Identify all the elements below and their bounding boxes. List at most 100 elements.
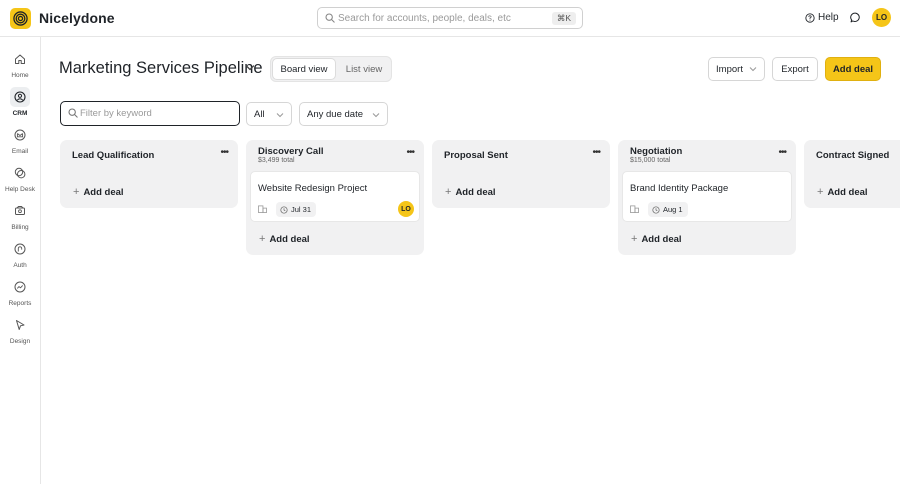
view-toggle: Board view List view: [270, 56, 392, 82]
home-icon: [10, 49, 30, 69]
add-deal-label: Add deal: [269, 233, 310, 245]
more-icon[interactable]: •••: [406, 148, 414, 158]
help-icon: [805, 12, 815, 23]
search-input[interactable]: [338, 9, 538, 27]
deal-date-label: Aug 1: [663, 205, 683, 214]
sidebar-item-label: Auth: [13, 262, 27, 269]
auth-icon: [10, 239, 30, 259]
board-view-tab[interactable]: Board view: [272, 58, 336, 80]
keyword-filter-input[interactable]: [80, 105, 230, 121]
billing-icon: [10, 201, 30, 221]
search-icon: [325, 13, 335, 23]
global-search[interactable]: ⌘K: [317, 7, 583, 29]
sidebar-item-auth[interactable]: Auth: [0, 236, 40, 272]
pipeline-column-proposal-sent: Proposal Sent ••• + Add deal: [432, 140, 610, 208]
pipeline-column-discovery-call: Discovery Call $3,499 total ••• Website …: [246, 140, 424, 255]
add-deal-label: Add deal: [455, 186, 496, 198]
list-view-tab[interactable]: List view: [337, 58, 391, 80]
column-title: Lead Qualification: [72, 150, 155, 161]
add-deal-label: Add deal: [827, 186, 868, 198]
app-logo[interactable]: [10, 8, 31, 29]
column-total: $3,499 total: [258, 157, 295, 164]
sidebar-item-design[interactable]: Design: [0, 312, 40, 348]
help-label: Help: [818, 12, 839, 23]
user-avatar[interactable]: LO: [872, 8, 891, 27]
more-icon[interactable]: •••: [778, 148, 786, 158]
add-deal-link[interactable]: + Add deal: [445, 186, 496, 198]
clock-icon: [652, 205, 660, 214]
import-label: Import: [716, 63, 743, 75]
add-deal-link[interactable]: + Add deal: [259, 233, 310, 245]
plus-icon: +: [73, 186, 80, 198]
search-shortcut-badge: ⌘K: [551, 12, 576, 25]
sidebar-item-label: Design: [9, 338, 31, 345]
keyword-filter[interactable]: [60, 101, 240, 126]
sidebar-item-crm[interactable]: CRM: [0, 84, 40, 120]
due-date-filter-value: Any due date: [307, 108, 363, 120]
pipeline-column-lead-qualification: Lead Qualification ••• + Add deal: [60, 140, 238, 208]
sidebar: Home CRM Email Help Desk Billing Auth Re…: [0, 37, 41, 484]
chevron-down-icon[interactable]: [245, 64, 255, 72]
sidebar-item-email[interactable]: Email: [0, 122, 40, 158]
add-deal-button[interactable]: Add deal: [825, 57, 881, 81]
building-icon: [258, 205, 267, 213]
sidebar-item-label: Reports: [8, 300, 32, 307]
owner-filter-select[interactable]: All: [246, 102, 292, 126]
deal-date-label: Jul 31: [291, 205, 312, 214]
reports-icon: [10, 277, 30, 297]
add-deal-link[interactable]: + Add deal: [817, 186, 868, 198]
more-icon[interactable]: •••: [220, 148, 228, 158]
chevron-down-icon: [372, 113, 380, 118]
deal-card[interactable]: Brand Identity Package Aug 1: [622, 171, 792, 222]
column-total: $15,000 total: [630, 157, 671, 164]
email-icon: [10, 125, 30, 145]
clock-icon: [280, 205, 288, 214]
sidebar-item-reports[interactable]: Reports: [0, 274, 40, 310]
column-title: Proposal Sent: [444, 150, 508, 161]
sidebar-item-billing[interactable]: Billing: [0, 198, 40, 234]
app-name: Nicelydone: [39, 10, 115, 26]
plus-icon: +: [445, 186, 452, 198]
plus-icon: +: [631, 233, 638, 245]
chevron-down-icon: [276, 113, 284, 118]
crm-icon: [10, 87, 30, 107]
sidebar-item-help-desk[interactable]: Help Desk: [0, 160, 40, 196]
sidebar-item-label: Home: [11, 72, 29, 79]
deal-title: Brand Identity Package: [630, 183, 729, 194]
plus-icon: +: [817, 186, 824, 198]
deal-owner-avatar[interactable]: LO: [398, 201, 414, 217]
search-icon: [68, 108, 78, 118]
deal-card[interactable]: Website Redesign Project Jul 31 LO: [250, 171, 420, 222]
column-title: Negotiation: [630, 146, 683, 157]
deal-due-date[interactable]: Jul 31: [276, 202, 317, 217]
chat-icon[interactable]: [850, 12, 861, 23]
add-deal-link[interactable]: + Add deal: [73, 186, 124, 198]
add-deal-link[interactable]: + Add deal: [631, 233, 682, 245]
logo-icon: [13, 11, 28, 26]
design-icon: [10, 315, 30, 335]
import-button[interactable]: Import: [708, 57, 765, 81]
pipeline-column-negotiation: Negotiation $15,000 total ••• Brand Iden…: [618, 140, 796, 255]
chevron-down-icon: [749, 67, 757, 72]
sidebar-item-label: Email: [11, 148, 29, 155]
building-icon: [630, 205, 639, 213]
sidebar-item-label: CRM: [12, 110, 28, 117]
column-title: Contract Signed: [816, 150, 890, 161]
pipeline-column-contract-signed: Contract Signed + Add deal: [804, 140, 900, 208]
more-icon[interactable]: •••: [592, 148, 600, 158]
add-deal-label: Add deal: [641, 233, 682, 245]
deal-title: Website Redesign Project: [258, 183, 368, 194]
export-button[interactable]: Export: [772, 57, 818, 81]
page-title: Marketing Services Pipeline: [59, 59, 263, 77]
deal-due-date[interactable]: Aug 1: [648, 202, 688, 217]
owner-filter-value: All: [254, 108, 265, 120]
top-bar: Nicelydone ⌘K Help LO: [0, 0, 900, 37]
plus-icon: +: [259, 233, 266, 245]
sidebar-item-home[interactable]: Home: [0, 46, 40, 82]
help-desk-icon: [10, 163, 30, 183]
due-date-filter-select[interactable]: Any due date: [299, 102, 388, 126]
help-button[interactable]: Help: [805, 12, 839, 23]
sidebar-item-label: Help Desk: [5, 186, 35, 193]
sidebar-item-label: Billing: [11, 224, 29, 231]
column-title: Discovery Call: [258, 146, 324, 157]
